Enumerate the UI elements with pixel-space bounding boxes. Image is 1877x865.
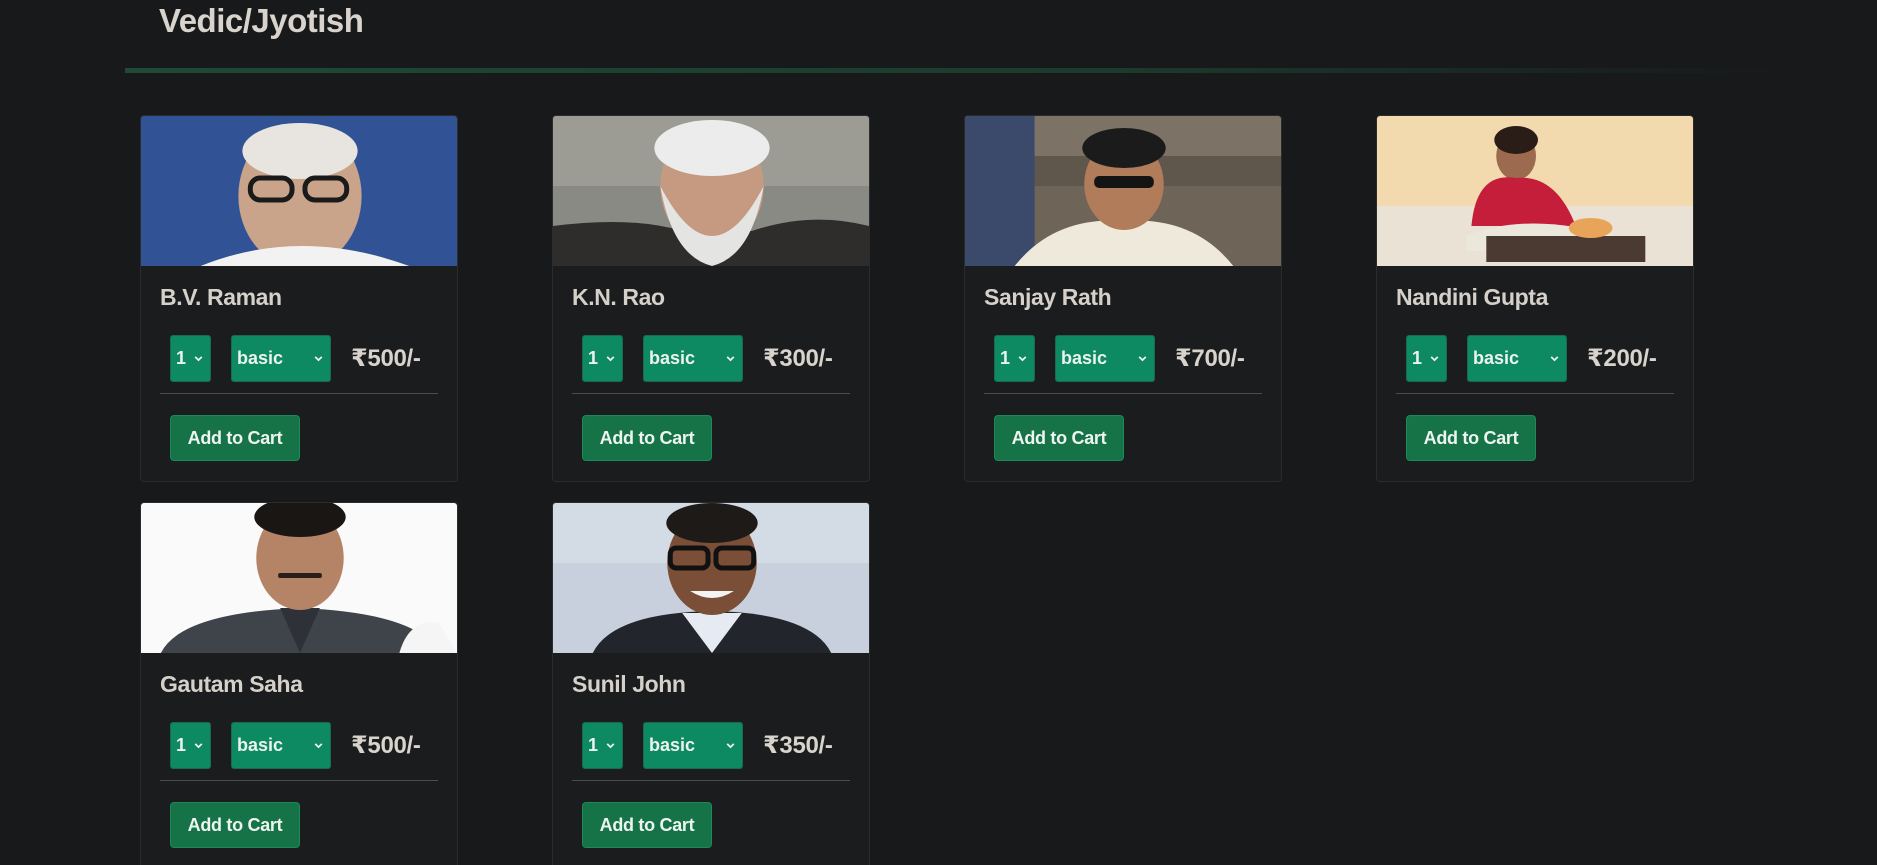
plan-select[interactable]: basic — [643, 722, 743, 769]
astrologer-name: Sunil John — [572, 671, 686, 697]
quantity-select[interactable]: 1 — [582, 335, 623, 382]
chevron-down-icon — [314, 356, 323, 362]
plan-value: basic — [649, 348, 696, 368]
astrologer-photo[interactable] — [553, 116, 869, 266]
card-divider — [984, 393, 1262, 394]
price: ₹350/- — [763, 732, 833, 759]
card-divider — [1396, 393, 1674, 394]
plan-value: basic — [1061, 348, 1108, 368]
quantity-value: 1 — [588, 735, 599, 755]
price: ₹700/- — [1175, 345, 1245, 372]
quantity-value: 1 — [176, 735, 187, 755]
price: ₹500/- — [351, 732, 421, 759]
product-grid: B.V. Raman 1 basic ₹500/- Add to Cart K.… — [140, 115, 1696, 865]
chevron-down-icon — [314, 743, 323, 749]
chevron-down-icon — [1430, 356, 1439, 362]
quantity-value: 1 — [588, 348, 599, 368]
astrologer-photo[interactable] — [141, 116, 457, 266]
product-options: 1 basic ₹500/- — [170, 722, 421, 769]
product-options: 1 basic ₹500/- — [170, 335, 421, 382]
chevron-down-icon — [1550, 356, 1559, 362]
plan-select[interactable]: basic — [643, 335, 743, 382]
quantity-select[interactable]: 1 — [170, 335, 211, 382]
plan-select[interactable]: basic — [1467, 335, 1567, 382]
astrologer-photo[interactable] — [1377, 116, 1693, 266]
quantity-select[interactable]: 1 — [582, 722, 623, 769]
astrologer-photo[interactable] — [965, 116, 1281, 266]
section-title: Vedic/Jyotish — [159, 2, 364, 39]
chevron-down-icon — [726, 743, 735, 749]
quantity-value: 1 — [1412, 348, 1423, 368]
product-card: Sanjay Rath 1 basic ₹700/- Add to Cart — [964, 115, 1282, 482]
plan-select[interactable]: basic — [231, 335, 331, 382]
quantity-select[interactable]: 1 — [170, 722, 211, 769]
product-card: Nandini Gupta 1 basic ₹200/- Add to Cart — [1376, 115, 1694, 482]
add-to-cart-button[interactable]: Add to Cart — [170, 415, 300, 461]
chevron-down-icon — [606, 356, 615, 362]
astrologer-photo[interactable] — [553, 503, 869, 653]
section-divider — [125, 68, 1775, 73]
chevron-down-icon — [726, 356, 735, 362]
product-options: 1 basic ₹200/- — [1406, 335, 1657, 382]
chevron-down-icon — [1138, 356, 1147, 362]
card-divider — [160, 780, 438, 781]
astrologer-name: Gautam Saha — [160, 671, 303, 697]
chevron-down-icon — [606, 743, 615, 749]
price: ₹200/- — [1587, 345, 1657, 372]
product-options: 1 basic ₹350/- — [582, 722, 833, 769]
product-options: 1 basic ₹300/- — [582, 335, 833, 382]
quantity-select[interactable]: 1 — [1406, 335, 1447, 382]
card-divider — [572, 780, 850, 781]
astrologer-name: Sanjay Rath — [984, 284, 1112, 310]
product-card: B.V. Raman 1 basic ₹500/- Add to Cart — [140, 115, 458, 482]
plan-value: basic — [649, 735, 696, 755]
astrologer-name: K.N. Rao — [572, 284, 665, 310]
plan-value: basic — [237, 348, 284, 368]
add-to-cart-button[interactable]: Add to Cart — [582, 415, 712, 461]
plan-value: basic — [1473, 348, 1520, 368]
add-to-cart-button[interactable]: Add to Cart — [1406, 415, 1536, 461]
product-card: Gautam Saha 1 basic ₹500/- Add to Cart — [140, 502, 458, 865]
page: Vedic/Jyotish B.V. Raman 1 basic ₹500/- … — [0, 0, 1877, 865]
astrologer-name: B.V. Raman — [160, 284, 282, 310]
plan-value: basic — [237, 735, 284, 755]
plan-select[interactable]: basic — [231, 722, 331, 769]
add-to-cart-button[interactable]: Add to Cart — [170, 802, 300, 848]
price: ₹500/- — [351, 345, 421, 372]
card-divider — [160, 393, 438, 394]
plan-select[interactable]: basic — [1055, 335, 1155, 382]
quantity-value: 1 — [176, 348, 187, 368]
chevron-down-icon — [194, 743, 203, 749]
quantity-value: 1 — [1000, 348, 1011, 368]
chevron-down-icon — [194, 356, 203, 362]
product-options: 1 basic ₹700/- — [994, 335, 1245, 382]
product-card: K.N. Rao 1 basic ₹300/- Add to Cart — [552, 115, 870, 482]
quantity-select[interactable]: 1 — [994, 335, 1035, 382]
card-divider — [572, 393, 850, 394]
price: ₹300/- — [763, 345, 833, 372]
add-to-cart-button[interactable]: Add to Cart — [582, 802, 712, 848]
astrologer-photo[interactable] — [141, 503, 457, 653]
add-to-cart-button[interactable]: Add to Cart — [994, 415, 1124, 461]
chevron-down-icon — [1018, 356, 1027, 362]
astrologer-name: Nandini Gupta — [1396, 284, 1548, 310]
product-card: Sunil John 1 basic ₹350/- Add to Cart — [552, 502, 870, 865]
